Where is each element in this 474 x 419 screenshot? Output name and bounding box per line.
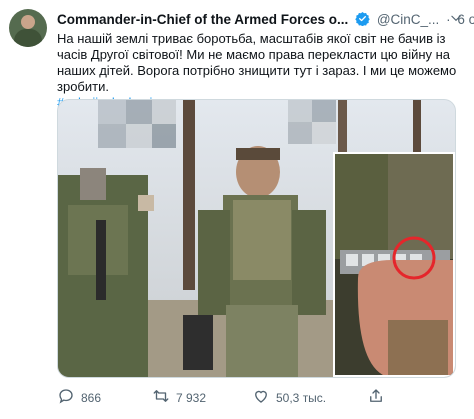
- like-button[interactable]: 50,3 тыс.: [252, 387, 326, 408]
- tweet-photo[interactable]: [57, 99, 456, 378]
- tweet-actions: 866 7 932 50,3 тыс.: [57, 387, 457, 407]
- like-icon: [252, 387, 270, 408]
- reply-count: 866: [81, 390, 102, 405]
- verified-icon: [355, 11, 370, 29]
- like-count: 50,3 тыс.: [276, 390, 327, 405]
- reply-icon: [57, 387, 75, 408]
- avatar[interactable]: [9, 9, 47, 47]
- retweet-count: 7 932: [176, 390, 207, 405]
- tweet-body: На нашій землі триває боротьба, масштабі…: [57, 31, 457, 94]
- tweet-header: Commander-in-Chief of the Armed Forces o…: [57, 11, 474, 29]
- avatar-head: [21, 15, 35, 29]
- avatar-body: [14, 29, 42, 47]
- share-button[interactable]: [367, 387, 385, 408]
- author-handle[interactable]: @CinC_...: [377, 12, 439, 27]
- tweet[interactable]: Commander-in-Chief of the Armed Forces o…: [0, 0, 474, 419]
- author-name[interactable]: Commander-in-Chief of the Armed Forces o…: [57, 12, 348, 27]
- share-icon: [367, 387, 385, 408]
- retweet-button[interactable]: 7 932: [152, 387, 206, 408]
- photo-illustration: [58, 100, 455, 377]
- chevron-down-icon[interactable]: [449, 11, 463, 28]
- retweet-icon: [152, 387, 170, 408]
- reply-button[interactable]: 866: [57, 387, 101, 408]
